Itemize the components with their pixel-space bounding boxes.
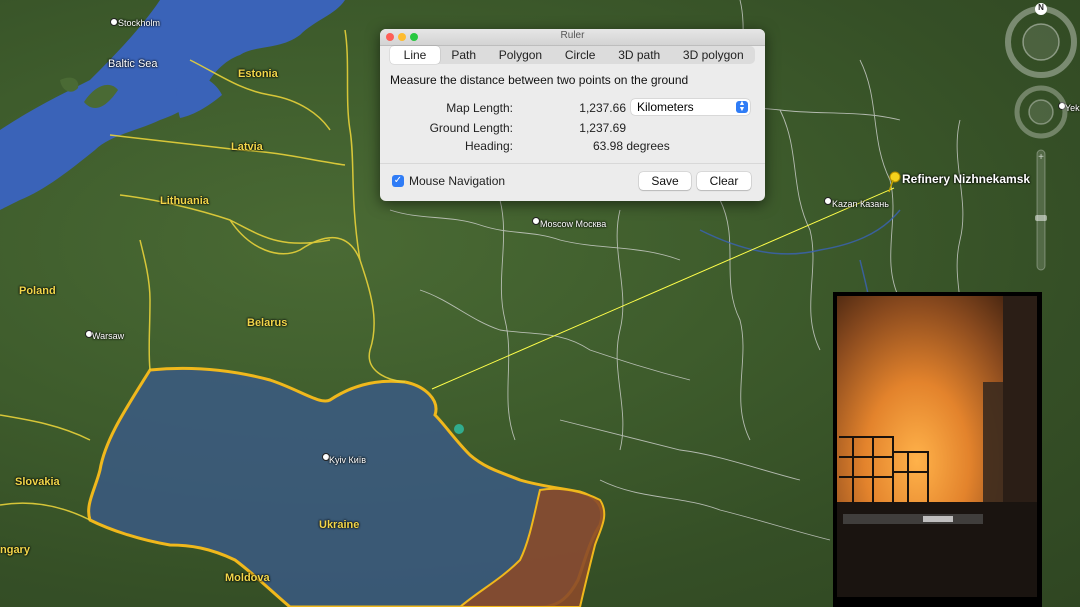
north-label: N	[1038, 3, 1044, 12]
tab-3d-polygon[interactable]: 3D polygon	[672, 46, 755, 64]
tab-3d-path[interactable]: 3D path	[607, 46, 672, 64]
country-label-slovakia: Slovakia	[15, 476, 60, 488]
tab-path[interactable]: Path	[440, 46, 487, 64]
baltic-sea-water	[0, 0, 345, 210]
tab-line[interactable]: Line	[390, 46, 440, 64]
city-label-moscow: Moscow Москва	[540, 219, 607, 229]
city-label-kyiv: Kyiv Київ	[329, 455, 367, 465]
heading-value: 63.98 degrees	[593, 139, 670, 153]
move-joystick[interactable]	[1028, 99, 1054, 125]
zoom-slider[interactable]	[1036, 149, 1046, 271]
chevron-updown-icon: ▲ ▼	[736, 100, 748, 113]
map-length-value: 1,237.66	[579, 101, 626, 115]
measure-type-tabs: Line Path Polygon Circle 3D path 3D poly…	[390, 46, 755, 64]
navigation-controls[interactable]: + N	[1003, 0, 1080, 290]
city-marker[interactable]	[824, 197, 832, 205]
unit-select-value: Kilometers	[637, 100, 694, 114]
ground-length-label: Ground Length:	[429, 121, 513, 135]
country-label-hungary: ngary	[0, 544, 30, 556]
ruler-dialog[interactable]: Ruler Line Path Polygon Circle 3D path 3…	[380, 29, 765, 201]
mouse-navigation-label[interactable]: Mouse Navigation	[409, 174, 505, 188]
clear-button[interactable]: Clear	[697, 172, 751, 190]
country-label-latvia: Latvia	[231, 141, 263, 153]
ruler-titlebar[interactable]: Ruler	[380, 29, 765, 46]
ruler-description: Measure the distance between two points …	[390, 73, 689, 87]
tab-circle[interactable]: Circle	[553, 46, 606, 64]
map-length-label: Map Length:	[446, 101, 513, 115]
window-title: Ruler	[560, 30, 585, 41]
city-label-warsaw: Warsaw	[92, 331, 125, 341]
mouse-navigation-checkbox[interactable]: ✓	[392, 175, 404, 187]
city-marker[interactable]	[532, 217, 540, 225]
video-overlay[interactable]	[833, 292, 1042, 607]
divider	[380, 163, 765, 164]
look-joystick[interactable]	[1022, 23, 1060, 61]
country-label-lithuania: Lithuania	[160, 195, 209, 207]
tab-polygon[interactable]: Polygon	[487, 46, 553, 64]
zoom-thumb[interactable]	[1035, 215, 1047, 221]
sea-label-baltic: Baltic Sea	[108, 58, 158, 70]
city-marker[interactable]	[110, 18, 118, 26]
zoom-in-icon[interactable]: +	[1038, 152, 1044, 163]
country-label-ukraine: Ukraine	[319, 519, 360, 531]
city-label-stockholm: Stockholm	[118, 18, 161, 28]
country-label-belarus: Belarus	[247, 317, 288, 329]
ground-length-value: 1,237.69	[579, 121, 626, 135]
city-label-kazan: Kazan Казань	[832, 199, 889, 209]
placemark-pushpin-icon[interactable]	[886, 170, 902, 194]
unit-select[interactable]: Kilometers ▲ ▼	[631, 99, 750, 115]
country-label-poland: Poland	[19, 285, 56, 297]
country-label-estonia: Estonia	[238, 68, 278, 80]
save-button[interactable]: Save	[639, 172, 691, 190]
country-label-moldova: Moldova	[225, 572, 270, 584]
heading-label: Heading:	[464, 139, 513, 153]
